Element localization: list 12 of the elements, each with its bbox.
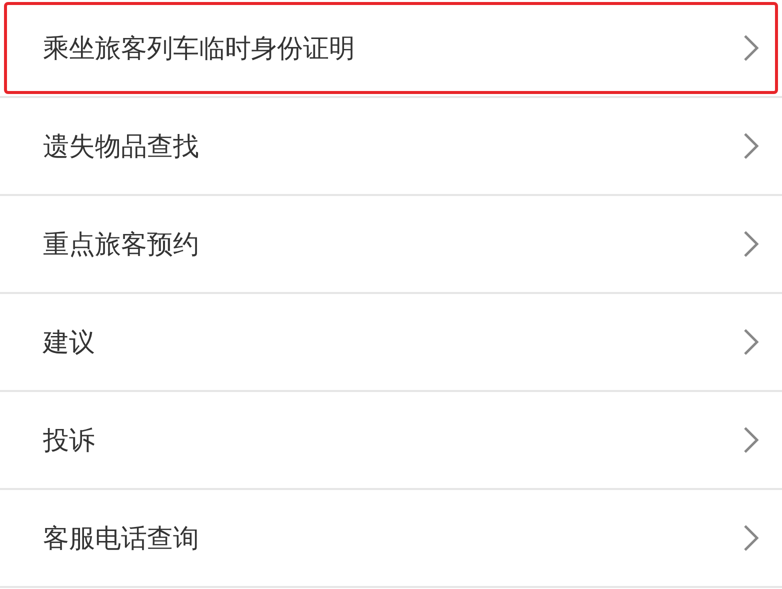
chevron-icon (743, 426, 759, 454)
menu-item[interactable]: 重点旅客预约 (4, 198, 778, 290)
chevron-icon (743, 524, 759, 552)
chevron-icon (743, 132, 759, 160)
chevron-icon (743, 34, 759, 62)
menu-item[interactable]: 乘坐旅客列车临时身份证明 (4, 2, 778, 94)
menu-item[interactable]: 客服电话查询 (4, 492, 778, 584)
chevron-icon (743, 230, 759, 258)
menu-item[interactable]: 投诉 (4, 394, 778, 486)
menu-item[interactable]: 遗失物品查找 (4, 100, 778, 192)
chevron-icon (743, 328, 759, 356)
menu-item[interactable]: 建议 (4, 296, 778, 388)
